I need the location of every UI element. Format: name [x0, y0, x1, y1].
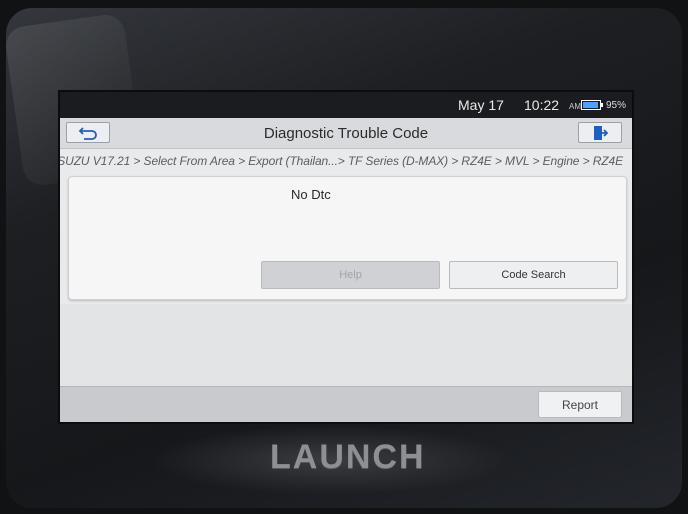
status-bar: May 17 10:22 AM 95% [60, 92, 632, 118]
device-brand-logo: LAUNCH [270, 438, 426, 476]
device-screen: May 17 10:22 AM 95% Diagnostic Trouble C… [60, 92, 632, 422]
status-date: May 17 [458, 97, 504, 113]
breadcrumb-path: ISUZU V17.21 > Select From Area > Export… [60, 154, 624, 168]
dtc-result-panel: No Dtc Help Code Search [68, 176, 627, 300]
title-bar: Diagnostic Trouble Code [60, 118, 632, 149]
exit-door-icon [594, 125, 609, 140]
status-time: 10:22 [524, 97, 560, 113]
content-empty-area [60, 304, 632, 386]
help-button[interactable]: Help [261, 261, 440, 289]
breadcrumb: ISUZU V17.21 > Select From Area > Export… [60, 150, 632, 172]
report-button[interactable]: Report [538, 391, 622, 418]
footer-bar: Report [60, 386, 632, 422]
dtc-message: No Dtc [291, 187, 331, 202]
page-title: Diagnostic Trouble Code [263, 125, 429, 142]
battery-percent: 95% [606, 100, 627, 111]
status-ampm: AM [569, 102, 581, 111]
code-search-button[interactable]: Code Search [449, 261, 618, 289]
battery-icon [581, 100, 603, 110]
exit-button[interactable] [578, 122, 622, 143]
battery-fill [583, 102, 599, 108]
